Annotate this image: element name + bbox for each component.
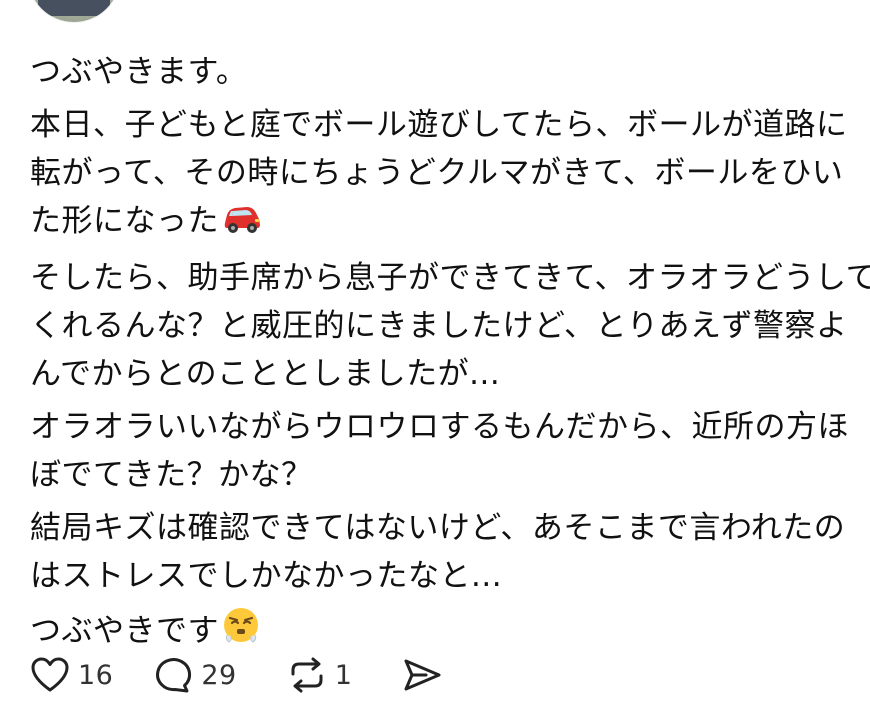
reply-count: 29 — [201, 659, 237, 691]
post-paragraph-1: つぶやきます。 — [30, 48, 845, 96]
like-count: 16 — [78, 659, 114, 691]
post-paragraph-6: つぶやきです — [30, 605, 845, 659]
post-line: んでからとのこととしましたが... — [30, 356, 501, 392]
post-line: 結局キズは確認できてはないけど、あそこまで言われたの — [30, 510, 846, 546]
repost-button[interactable]: 1 — [287, 656, 353, 694]
heart-icon — [30, 656, 70, 694]
post-paragraph-3: そしたら、助手席から息子ができてきて、オラオラどうして くれるんな？と威圧的にき… — [30, 254, 870, 398]
post-line: はストレスでしかなかったなと... — [30, 558, 503, 594]
post-line: 本日、子どもと庭でボール遊びしてたら、ボールが道路に — [30, 107, 848, 143]
avatar[interactable] — [28, 0, 120, 22]
post-line: くれるんな？と威圧的にきましたけど、とりあえず警察よ — [30, 308, 848, 344]
post-line: オラオラいいながらウロウロするもんだから、近所の方ほ — [30, 409, 849, 445]
post-line: つぶやきます。 — [30, 54, 248, 90]
post-line: そしたら、助手席から息子ができてきて、オラオラどうして — [30, 260, 870, 296]
repost-count: 1 — [334, 659, 353, 691]
red-car-emoji — [221, 201, 263, 249]
share-button[interactable] — [402, 656, 442, 694]
post-actions-bar: 16 29 1 — [30, 652, 442, 698]
post-line: た形になった — [30, 203, 219, 239]
post-line: つぶやきです — [30, 613, 219, 649]
post-paragraph-5: 結局キズは確認できてはないけど、あそこまで言われたの はストレスでしかなかったな… — [30, 504, 845, 600]
post-line: ぼでてきた？かな？ — [30, 457, 313, 493]
post-body: つぶやきます。 本日、子どもと庭でボール遊びしてたら、ボールが道路に 転がって、… — [30, 48, 870, 664]
reply-button[interactable]: 29 — [153, 656, 236, 694]
post-paragraph-4: オラオラいいながらウロウロするもんだから、近所の方ほ ぼでてきた？かな？ — [30, 403, 849, 499]
post-paragraph-2: 本日、子どもと庭でボール遊びしてたら、ボールが道路に 転がって、その時にちょうど… — [30, 101, 848, 249]
like-button[interactable]: 16 — [30, 656, 113, 694]
send-icon — [402, 656, 442, 694]
speech-bubble-icon — [153, 656, 193, 694]
post-line: 転がって、その時にちょうどクルマがきて、ボールをひい — [30, 155, 844, 191]
repost-icon — [287, 656, 327, 694]
steaming-face-emoji — [221, 605, 261, 659]
